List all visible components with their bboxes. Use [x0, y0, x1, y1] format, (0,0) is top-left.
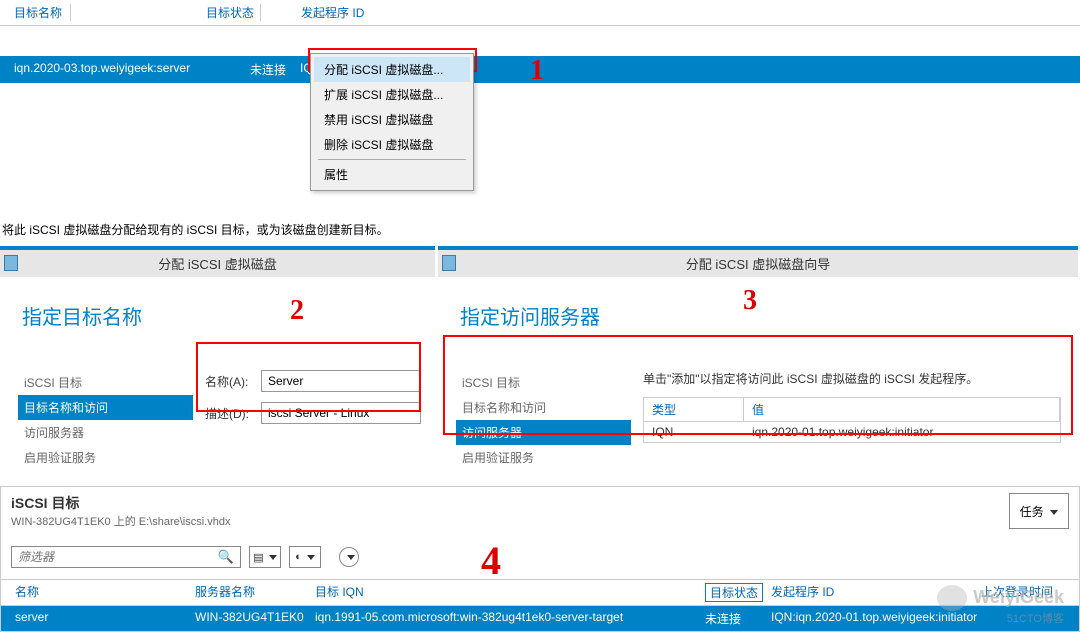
red-highlight-3 [443, 335, 1073, 435]
panel-specify-target-name: 分配 iSCSI 虚拟磁盘 指定目标名称 iSCSI 目标 目标名称和访问 访问… [0, 246, 435, 478]
section4-subtitle: WIN-382UG4T1EK0 上的 E:\share\iscsi.vhdx [11, 513, 230, 529]
wechat-icon [937, 585, 967, 611]
tasks-button[interactable]: 任务 [1009, 493, 1069, 529]
chevron-down-icon [269, 555, 277, 560]
filter-input-wrapper: 🔍 [11, 546, 241, 568]
search-icon[interactable]: 🔍 [218, 549, 234, 565]
sidebar-item-access-server[interactable]: 访问服务器 [18, 420, 193, 445]
target-row-selected[interactable]: iqn.2020-03.top.weiyigeek:server 未连接 IQN [0, 56, 1080, 83]
panel2-sidebar: iSCSI 目标 目标名称和访问 访问服务器 启用验证服务 [18, 370, 193, 470]
section4-title: iSCSI 目标 [11, 493, 230, 513]
sidebar-item-enable-auth[interactable]: 启用验证服务 [18, 445, 193, 470]
menu-extend-disk[interactable]: 扩展 iSCSI 虚拟磁盘... [314, 82, 470, 107]
cell-iqn: iqn.1991-05.com.microsoft:win-382ug4t1ek… [315, 610, 705, 627]
red-highlight-2 [196, 342, 421, 412]
cell-server: WIN-382UG4T1EK0 [195, 610, 315, 627]
cell-initiator: IQN:iqn.2020-01.top.weiyigeek:initiator [771, 610, 977, 627]
col-target-name[interactable]: 目标名称 [14, 4, 71, 21]
top-headers: 目标名称 目标状态 发起程序 ID [0, 0, 1080, 26]
expand-button[interactable] [339, 547, 359, 567]
list-view-button[interactable]: ▤ [249, 546, 281, 568]
menu-assign-disk[interactable]: 分配 iSCSI 虚拟磁盘... [314, 57, 470, 82]
panel-specify-access-server: 分配 iSCSI 虚拟磁盘向导 指定访问服务器 iSCSI 目标 目标名称和访问… [438, 246, 1078, 478]
doc-icon [4, 255, 18, 271]
wizard-panels: 分配 iSCSI 虚拟磁盘 指定目标名称 iSCSI 目标 目标名称和访问 访问… [0, 246, 1080, 478]
col-name[interactable]: 名称 [15, 583, 195, 602]
chevron-down-icon [1050, 510, 1058, 515]
menu-disable-disk[interactable]: 禁用 iSCSI 虚拟磁盘 [314, 107, 470, 132]
top-target-table: 目标名称 目标状态 发起程序 ID iqn.2020-03.top.weiyig… [0, 0, 1080, 83]
context-menu: 分配 iSCSI 虚拟磁盘... 扩展 iSCSI 虚拟磁盘... 禁用 iSC… [310, 53, 474, 191]
row-name: iqn.2020-03.top.weiyigeek:server [14, 61, 250, 78]
col-target-status[interactable]: 目标状态 [206, 4, 261, 21]
watermark: WeiyiGeek [937, 585, 1064, 611]
panel2-heading: 指定目标名称 [22, 301, 435, 330]
instruction-text: 将此 iSCSI 虚拟磁盘分配给现有的 iSCSI 目标，或为该磁盘创建新目标。 [0, 213, 1080, 246]
col-server-name[interactable]: 服务器名称 [195, 583, 315, 602]
panel3-title: 分配 iSCSI 虚拟磁盘向导 [438, 250, 1078, 277]
menu-delete-disk[interactable]: 删除 iSCSI 虚拟磁盘 [314, 132, 470, 157]
col-target-status[interactable]: 目标状态 [705, 583, 763, 602]
chevron-down-icon [347, 555, 355, 560]
menu-separator [318, 159, 466, 160]
chevron-down-icon [307, 555, 315, 560]
sidebar-item-enable-auth[interactable]: 启用验证服务 [456, 445, 631, 470]
cell-name: server [15, 610, 195, 627]
watermark-sub: 51CTO博客 [1007, 610, 1064, 626]
row-status: 未连接 [250, 61, 300, 78]
menu-properties[interactable]: 属性 [314, 162, 470, 187]
disk-view-button[interactable]: ◐ [289, 546, 321, 568]
doc-icon [442, 255, 456, 271]
panel3-heading: 指定访问服务器 [460, 301, 1078, 330]
filter-bar: 🔍 ▤ ◐ [1, 535, 1079, 579]
panel2-title: 分配 iSCSI 虚拟磁盘 [0, 250, 435, 277]
filter-input[interactable] [18, 550, 198, 564]
iscsi-targets-panel: iSCSI 目标 WIN-382UG4T1EK0 上的 E:\share\isc… [0, 486, 1080, 632]
target-data-row[interactable]: server WIN-382UG4T1EK0 iqn.1991-05.com.m… [1, 606, 1079, 631]
sidebar-item-name-access[interactable]: 目标名称和访问 [18, 395, 193, 420]
cell-status: 未连接 [705, 610, 771, 627]
sidebar-item-iscsi-target[interactable]: iSCSI 目标 [18, 370, 193, 395]
col-target-iqn[interactable]: 目标 IQN [315, 583, 705, 602]
col-initiator-id[interactable]: 发起程序 ID [301, 4, 364, 21]
section4-columns: 名称 服务器名称 目标 IQN 目标状态 发起程序 ID 上次登录时间 [1, 579, 1079, 606]
